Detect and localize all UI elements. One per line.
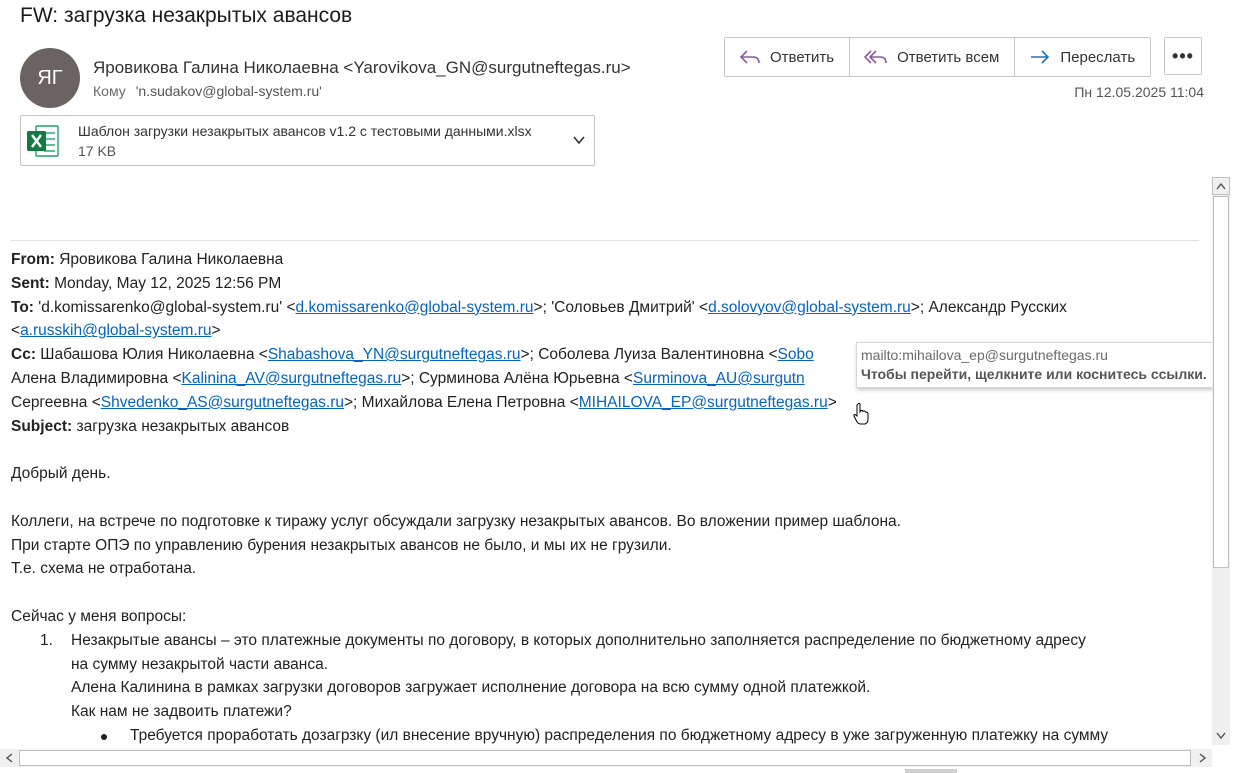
list-number: 1.: [40, 631, 53, 649]
list-item-cont: на сумму незакрытой части аванса.: [71, 655, 329, 673]
message-body: From: Яровикова Галина Николаевна Sent: …: [11, 248, 1206, 748]
recipient-line: Кому 'n.sudakov@global-system.ru': [93, 83, 322, 99]
scroll-right-button[interactable]: [1194, 749, 1212, 767]
subject-line: Subject: загрузка незакрытых авансов: [11, 415, 1206, 439]
tooltip-hint: Чтобы перейти, щелкните или коснитесь сс…: [861, 366, 1207, 382]
header-divider: [11, 240, 1199, 241]
bullet-item: Требуется проработать дозагрзку (ил внес…: [11, 724, 1206, 748]
scroll-down-button[interactable]: [1212, 727, 1230, 745]
sent-label: Sent:: [11, 274, 50, 292]
vertical-scrollbar[interactable]: [1212, 177, 1230, 745]
bullet-text: Требуется проработать дозагрзку (ил внес…: [130, 726, 1109, 744]
sent-line: Sent: Monday, May 12, 2025 12:56 PM: [11, 272, 1206, 296]
received-date: Пн 12.05.2025 11:04: [1074, 84, 1204, 100]
email-link[interactable]: Shabashova_YN@surgutneftegas.ru: [268, 346, 521, 363]
forward-icon: [1031, 50, 1050, 64]
vertical-scroll-thumb[interactable]: [1213, 196, 1229, 568]
from-line: From: Яровикова Галина Николаевна: [11, 248, 1206, 272]
sender-avatar[interactable]: ЯГ: [20, 48, 80, 108]
list-item: 1. Незакрытые авансы – это платежные доку…: [11, 629, 1206, 653]
horizontal-scrollbar[interactable]: [0, 749, 1212, 767]
paragraph-line: Сейчас у меня вопросы:: [11, 607, 187, 625]
tooltip-url: mailto:mihailova_ep@surgutneftegas.ru: [861, 347, 1108, 363]
link-tooltip: mailto:mihailova_ep@surgutneftegas.ru Чт…: [856, 342, 1220, 388]
greeting: Добрый день.: [11, 465, 111, 483]
forward-label: Переслать: [1060, 48, 1136, 66]
reply-icon: [739, 50, 760, 64]
more-actions-button[interactable]: •••: [1164, 37, 1202, 75]
paragraph-line: Коллеги, на встрече по подготовке к тира…: [11, 512, 901, 530]
resize-grip[interactable]: [905, 769, 957, 773]
chevron-down-icon[interactable]: [572, 133, 586, 147]
cc-line-cont: Сергеевна <Shvedenko_AS@surgutneftegas.r…: [11, 391, 1206, 415]
caret-up-icon: [1216, 182, 1226, 190]
reply-label: Ответить: [770, 48, 835, 66]
text: Алена Владимировна <: [11, 369, 182, 387]
sender-name[interactable]: Яровикова Галина Николаевна <Yarovikova_…: [93, 58, 631, 78]
text: 'd.komissarenko@global-system.ru' <: [38, 298, 296, 316]
text: >; Сурминова Алёна Юрьевна <: [401, 369, 633, 387]
text: >; Соболева Луиза Валентиновна <: [520, 346, 778, 364]
text: >: [211, 322, 221, 340]
scroll-left-button[interactable]: [0, 749, 18, 767]
bullet-dot: [101, 733, 107, 740]
horizontal-scroll-thumb[interactable]: [19, 750, 1191, 766]
reply-button[interactable]: Ответить: [725, 38, 851, 76]
list-text: Незакрытые авансы – это платежные докуме…: [71, 631, 1086, 649]
email-link[interactable]: d.komissarenko@global-system.ru: [296, 299, 534, 316]
scroll-up-button[interactable]: [1212, 177, 1230, 195]
list-item-cont: Алена Калинина в рамках загрузки договор…: [71, 679, 871, 697]
from-value: Яровикова Галина Николаевна: [59, 251, 284, 268]
email-link[interactable]: d.solovyov@global-system.ru: [708, 299, 911, 316]
reply-all-icon: [864, 50, 887, 64]
text: >; Александр Русских: [910, 298, 1067, 316]
text: >; Михайлова Елена Петровна <: [344, 393, 579, 411]
email-link[interactable]: a.russkih@global-system.ru: [20, 322, 211, 339]
forward-button[interactable]: Переслать: [1015, 38, 1150, 76]
from-label: From:: [11, 251, 55, 268]
attachment-size: 17 KB: [78, 143, 117, 159]
recipient[interactable]: 'n.sudakov@global-system.ru': [136, 83, 322, 99]
to-label: Кому: [93, 83, 126, 99]
paragraph-line: При старте ОПЭ по управлению бурения нез…: [11, 536, 672, 554]
email-link[interactable]: Kalinina_AV@surgutneftegas.ru: [182, 370, 402, 387]
attachment-name: Шаблон загрузки незакрытых авансов v1.2 …: [78, 123, 532, 139]
subject-value: загрузка незакрытых авансов: [76, 417, 290, 435]
to-line: To: 'd.komissarenko@global-system.ru' <d…: [11, 296, 1206, 320]
email-link[interactable]: Surminova_AU@surgutn: [633, 370, 805, 387]
caret-right-icon: [1199, 753, 1207, 763]
excel-icon: [27, 125, 59, 157]
text: <: [11, 322, 21, 340]
email-link[interactable]: Shvedenko_AS@surgutneftegas.ru: [101, 394, 344, 411]
attachment-card[interactable]: Шаблон загрузки незакрытых авансов v1.2 …: [20, 115, 595, 166]
email-link[interactable]: MIHAILOVA_EP@surgutneftegas.ru: [579, 394, 828, 411]
reply-all-label: Ответить всем: [897, 48, 1000, 66]
caret-down-icon: [1216, 732, 1226, 740]
email-subject: FW: загрузка незакрытых авансов: [20, 4, 353, 27]
caret-left-icon: [5, 753, 13, 763]
hand-cursor-icon: [853, 402, 869, 425]
to-line-cont: <a.russkih@global-system.ru>: [11, 319, 1206, 343]
text: >; 'Соловьев Дмитрий' <: [533, 298, 709, 316]
text: >: [827, 393, 837, 411]
cc-label: Cc:: [11, 346, 36, 364]
email-link[interactable]: Sobo: [778, 346, 814, 363]
text: Сергеевна <: [11, 393, 101, 411]
action-toolbar: Ответить Ответить всем Переслать: [724, 37, 1152, 77]
paragraph-line: Т.е. схема не отработана.: [11, 560, 197, 578]
reply-all-button[interactable]: Ответить всем: [850, 38, 1016, 76]
sent-value: Monday, May 12, 2025 12:56 PM: [54, 274, 282, 292]
list-item-cont: Как нам не задвоить платежи?: [71, 703, 292, 721]
text: Шабашова Юлия Николаевна <: [40, 346, 268, 364]
subject-label: Subject:: [11, 417, 73, 435]
to-label: To:: [11, 298, 34, 316]
